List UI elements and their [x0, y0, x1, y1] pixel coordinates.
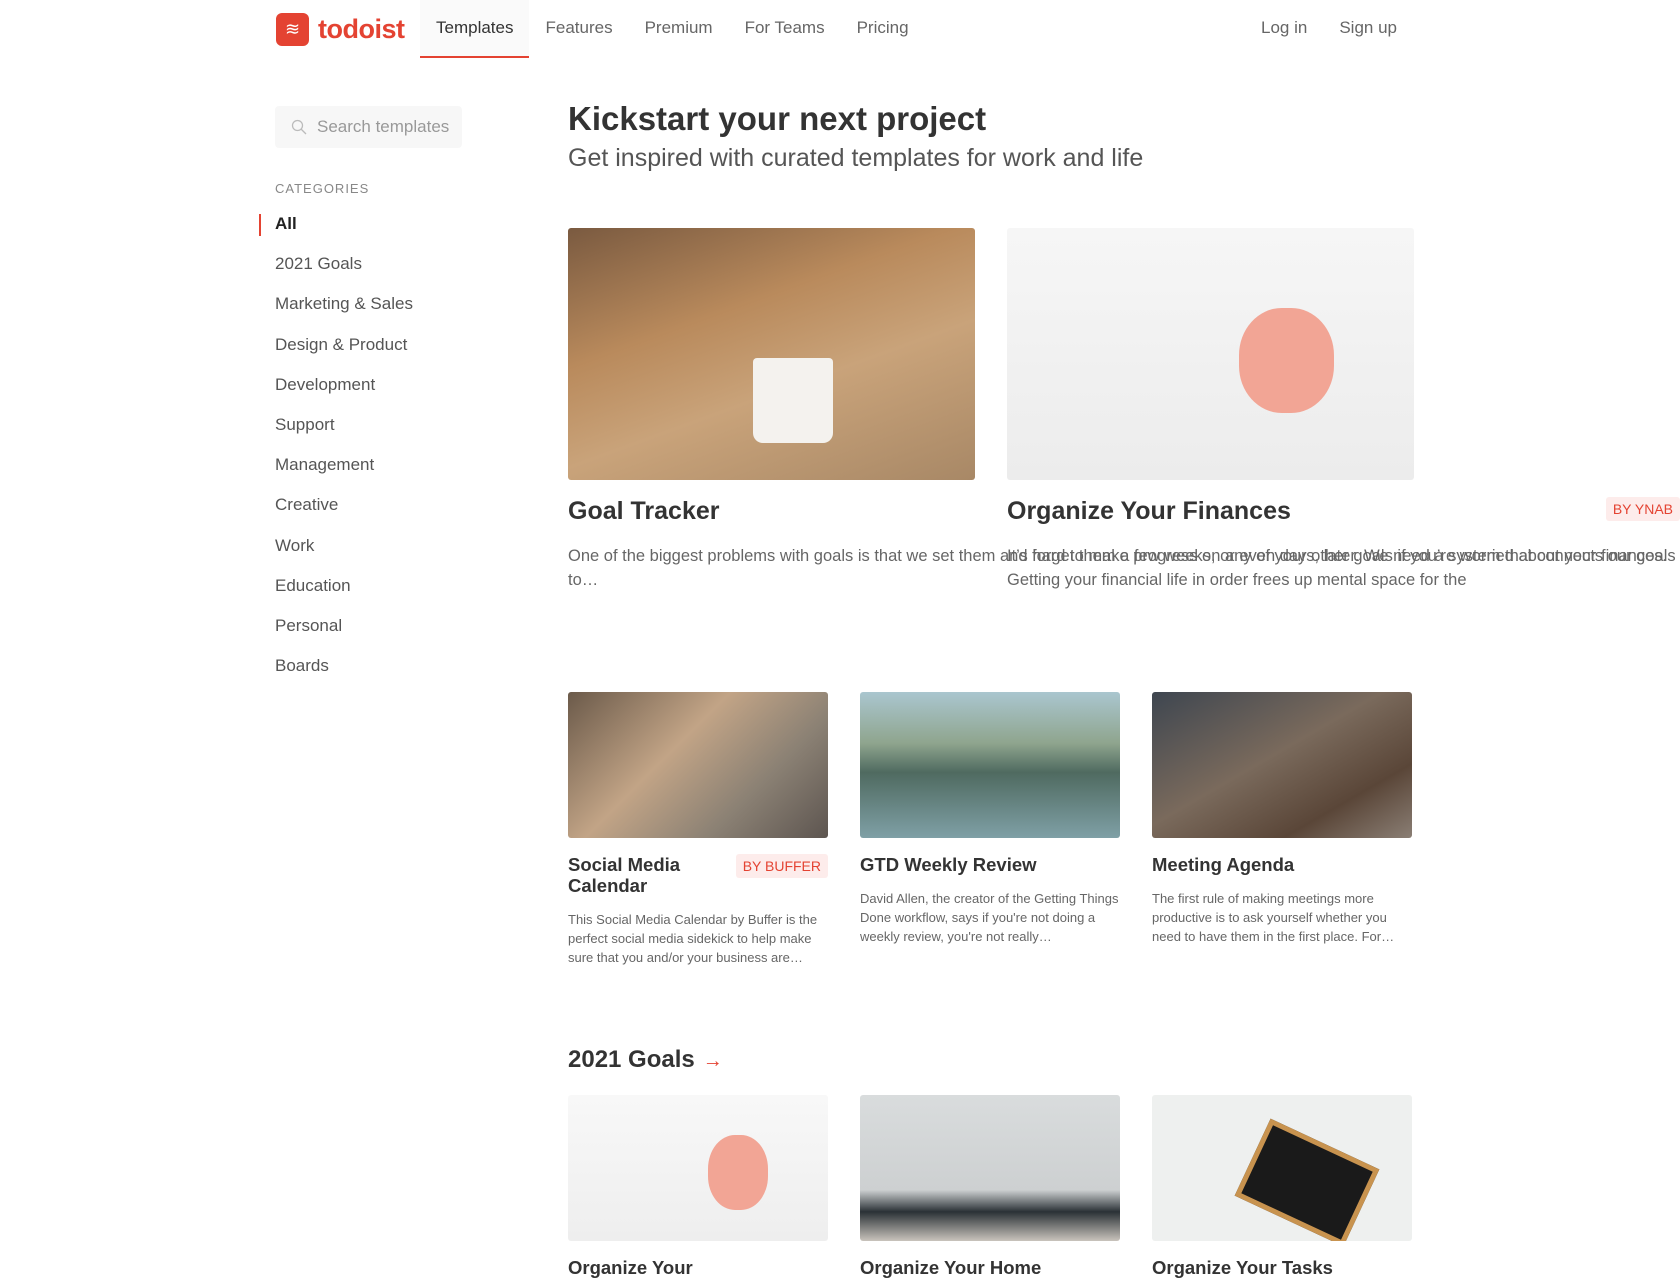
- author-badge: BY BUFFER: [735, 854, 828, 878]
- nav-templates[interactable]: Templates: [420, 0, 530, 58]
- card-title: Meeting Agenda: [1152, 854, 1295, 875]
- category-list: All 2021 Goals Marketing & Sales Design …: [259, 210, 413, 692]
- template-card-gtd-weekly-review[interactable]: GTD Weekly Review David Allen, the creat…: [860, 692, 1120, 946]
- category-work[interactable]: Work: [275, 532, 413, 572]
- todoist-logo[interactable]: ≋ todoist: [276, 13, 405, 46]
- logo-wordmark: todoist: [318, 14, 405, 44]
- card-title: Social Media Calendar: [568, 854, 681, 896]
- category-personal[interactable]: Personal: [275, 612, 413, 652]
- category-creative[interactable]: Creative: [275, 491, 413, 531]
- nav-pricing[interactable]: Pricing: [841, 0, 925, 58]
- signup-link[interactable]: Sign up: [1339, 0, 1397, 56]
- meeting-photo-image: [1152, 692, 1412, 838]
- category-boards[interactable]: Boards: [275, 652, 413, 692]
- template-card-organize-finances[interactable]: Organize Your Finances BY YNAB It’s hard …: [1007, 228, 1680, 616]
- piggy-bank-image: [568, 1095, 828, 1241]
- author-badge: BY YNAB: [1605, 497, 1680, 521]
- card-title: Organize Your Tasks: [1152, 1257, 1333, 1278]
- top-nav: ≋ todoist Templates Features Premium For…: [0, 0, 1680, 58]
- category-management[interactable]: Management: [275, 451, 413, 491]
- card-title: Organize Your: [568, 1257, 693, 1278]
- card-title: Organize Your Finances: [1007, 497, 1291, 525]
- category-marketing-sales[interactable]: Marketing & Sales: [275, 290, 413, 330]
- template-card-organize-finances-2[interactable]: Organize Your: [568, 1095, 828, 1278]
- card-title: Organize Your Home: [860, 1257, 1042, 1278]
- nav-features[interactable]: Features: [529, 0, 628, 58]
- nav-for-teams[interactable]: For Teams: [729, 0, 841, 58]
- search-icon: [291, 119, 307, 135]
- page-subtitle: Get inspired with curated templates for …: [568, 144, 1144, 172]
- card-description: This Social Media Calendar by Buffer is …: [568, 912, 818, 965]
- page-title: Kickstart your next project: [568, 100, 987, 137]
- arrow-right-icon: →: [702, 1050, 723, 1072]
- category-all[interactable]: All: [259, 210, 413, 250]
- login-link[interactable]: Log in: [1261, 0, 1307, 56]
- card-title: GTD Weekly Review: [860, 854, 1037, 875]
- coffee-mug-image: [568, 228, 975, 480]
- template-card-social-media-calendar[interactable]: Social Media Calendar BY BUFFER This Soci…: [568, 692, 828, 967]
- search-box[interactable]: [275, 106, 462, 148]
- piggy-bank-image: [1007, 228, 1414, 480]
- todo-board-image: [1152, 1095, 1412, 1241]
- search-input[interactable]: [317, 117, 457, 137]
- template-card-organize-home[interactable]: Organize Your Home: [860, 1095, 1120, 1278]
- team-photo-image: [568, 692, 828, 838]
- category-2021-goals[interactable]: 2021 Goals: [275, 250, 413, 290]
- lake-pier-image: [860, 692, 1120, 838]
- card-description: It’s hard to make progress on any of you…: [1007, 547, 1668, 589]
- card-title: Goal Tracker: [568, 497, 720, 525]
- nav-premium[interactable]: Premium: [629, 0, 729, 58]
- category-development[interactable]: Development: [275, 371, 413, 411]
- categories-heading: CATEGORIES: [275, 181, 370, 196]
- category-support[interactable]: Support: [275, 411, 413, 451]
- section-2021-goals[interactable]: 2021 Goals →: [568, 1046, 723, 1074]
- category-education[interactable]: Education: [275, 572, 413, 612]
- template-card-organize-tasks[interactable]: Organize Your Tasks: [1152, 1095, 1412, 1278]
- card-description: David Allen, the creator of the Getting …: [860, 891, 1119, 944]
- living-room-image: [860, 1095, 1120, 1241]
- card-description: The first rule of making meetings more p…: [1152, 891, 1395, 944]
- template-card-meeting-agenda[interactable]: Meeting Agenda The first rule of making …: [1152, 692, 1412, 946]
- section-title: 2021 Goals: [568, 1046, 695, 1073]
- todoist-logo-icon: ≋: [276, 13, 309, 46]
- category-design-product[interactable]: Design & Product: [275, 331, 413, 371]
